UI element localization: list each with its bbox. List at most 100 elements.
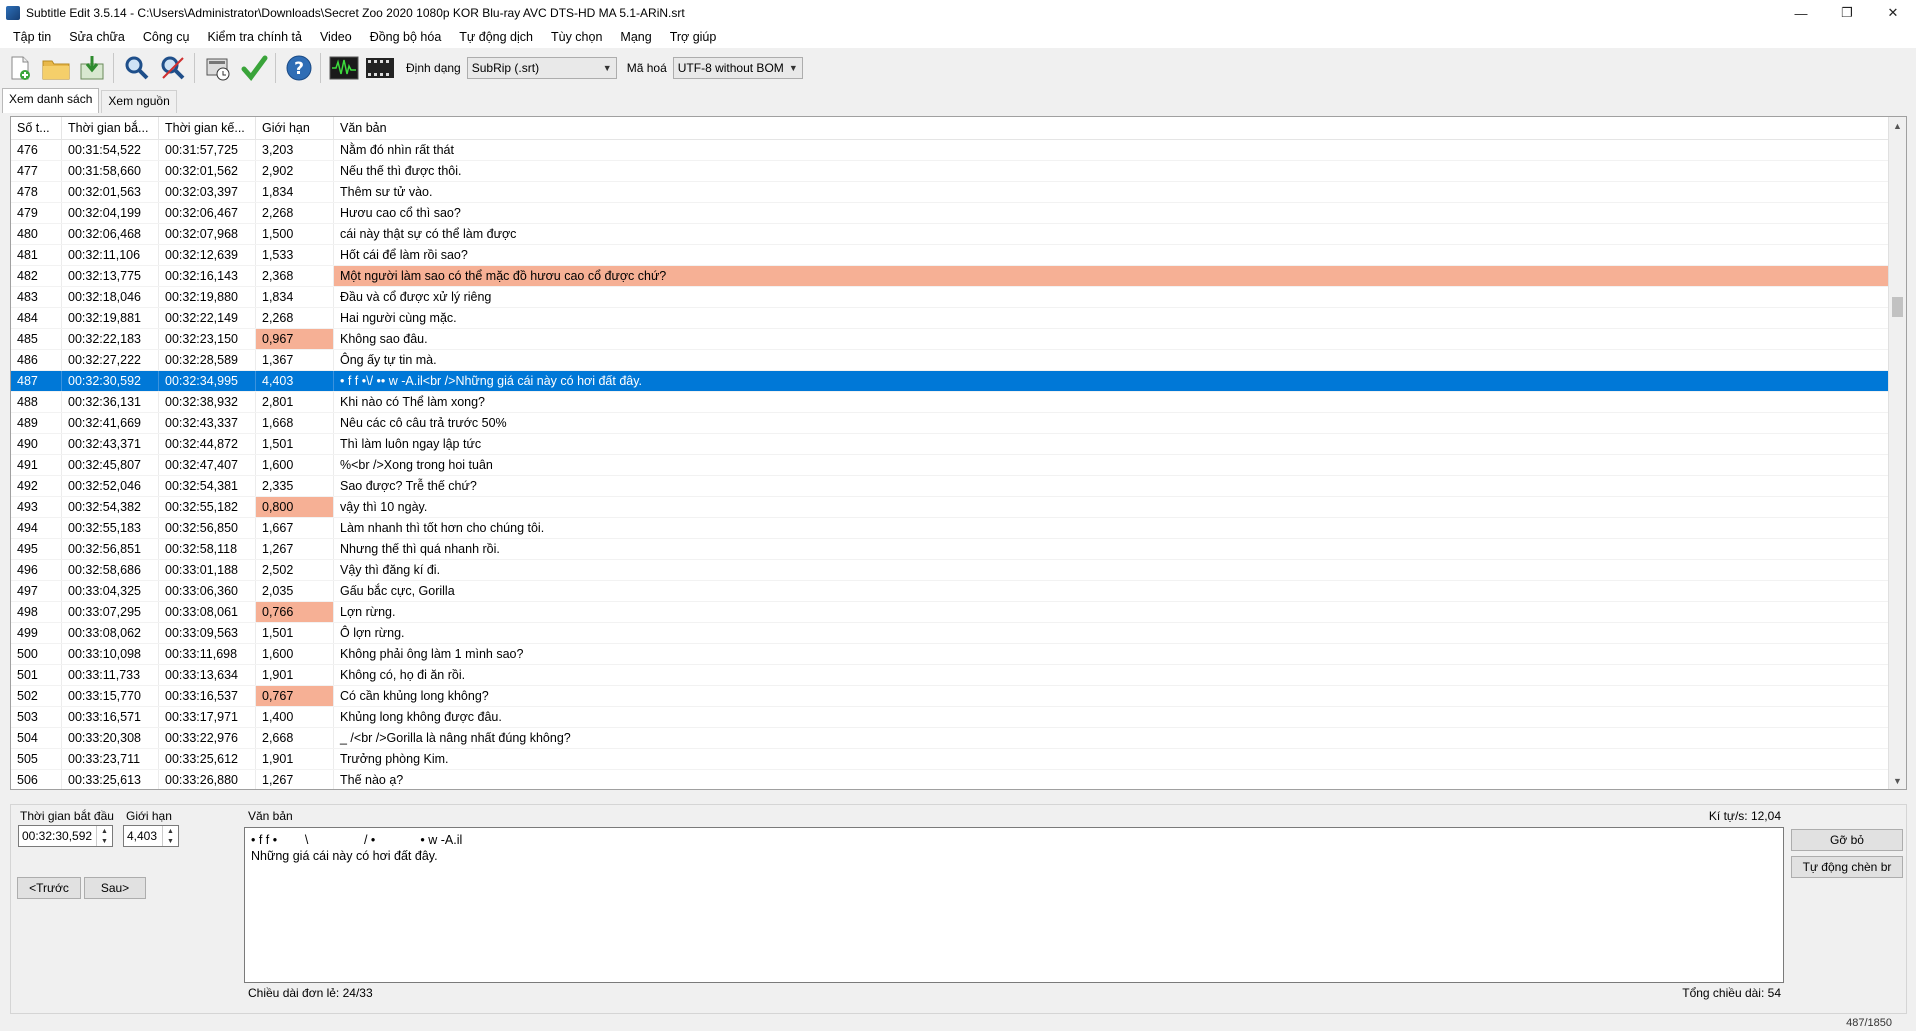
text-label: Văn bản (248, 809, 293, 823)
column-header-text[interactable]: Văn bản (334, 117, 1889, 139)
cell-number: 501 (11, 665, 62, 685)
spell-check-icon[interactable] (238, 52, 270, 84)
cell-start-time: 00:32:43,371 (62, 434, 159, 454)
cell-end-time: 00:32:23,150 (159, 329, 256, 349)
menu-edit[interactable]: Sửa chữa (60, 30, 134, 44)
table-row[interactable]: 486 00:32:27,222 00:32:28,589 1,367 Ông ấy t… (11, 350, 1889, 371)
close-button[interactable]: ✕ (1870, 0, 1916, 26)
table-row[interactable]: 481 00:32:11,106 00:32:12,639 1,533 Hốt cái … (11, 245, 1889, 266)
table-row[interactable]: 504 00:33:20,308 00:33:22,976 2,668 _ /<br /… (11, 728, 1889, 749)
minimize-button[interactable]: — (1778, 0, 1824, 26)
menu-options[interactable]: Tùy chọn (542, 30, 611, 44)
find-icon[interactable] (121, 52, 153, 84)
cell-end-time: 00:32:01,562 (159, 161, 256, 181)
cell-end-time: 00:32:38,932 (159, 392, 256, 412)
auto-break-button[interactable]: Tự động chèn br (1791, 856, 1903, 878)
total-length: Tổng chiều dài: 54 (1682, 986, 1781, 1000)
table-row[interactable]: 496 00:32:58,686 00:33:01,188 2,502 Vậy thì … (11, 560, 1889, 581)
table-row[interactable]: 503 00:33:16,571 00:33:17,971 1,400 Khủng lo… (11, 707, 1889, 728)
table-row[interactable]: 500 00:33:10,098 00:33:11,698 1,600 Không ph… (11, 644, 1889, 665)
spin-up-icon[interactable]: ▲ (97, 826, 112, 836)
cell-number: 483 (11, 287, 62, 307)
cell-text: Nhưng thế thì quá nhanh rồi. (334, 539, 1889, 559)
table-row[interactable]: 483 00:32:18,046 00:32:19,880 1,834 Đầu và c… (11, 287, 1889, 308)
cell-number: 480 (11, 224, 62, 244)
new-file-icon[interactable] (4, 52, 36, 84)
single-line-length: Chiều dài đơn lẻ: 24/33 (248, 986, 373, 1000)
cell-start-time: 00:32:01,563 (62, 182, 159, 202)
table-row[interactable]: 492 00:32:52,046 00:32:54,381 2,335 Sao được… (11, 476, 1889, 497)
column-header-end-time[interactable]: Thời gian kế... (159, 117, 256, 139)
open-folder-icon[interactable] (40, 52, 72, 84)
table-row[interactable]: 482 00:32:13,775 00:32:16,143 2,368 Một ngườ… (11, 266, 1889, 287)
subtitle-grid-body: Số t... Thời gian bắ... Thời gian kế... … (11, 117, 1889, 789)
table-row[interactable]: 484 00:32:19,881 00:32:22,149 2,268 Hai ngườ… (11, 308, 1889, 329)
menu-auto-translate[interactable]: Tự động dịch (450, 30, 542, 44)
scrollbar-thumb[interactable] (1892, 297, 1903, 317)
scroll-down-icon[interactable]: ▼ (1889, 772, 1906, 789)
table-row[interactable]: 502 00:33:15,770 00:33:16,537 0,767 Có cần k… (11, 686, 1889, 707)
duration-stepper[interactable]: ▲ ▼ (162, 826, 178, 846)
save-icon[interactable] (76, 52, 108, 84)
spin-down-icon[interactable]: ▼ (97, 836, 112, 846)
unbreak-button[interactable]: Gỡ bỏ (1791, 829, 1903, 851)
table-row[interactable]: 478 00:32:01,563 00:32:03,397 1,834 Thêm sư … (11, 182, 1889, 203)
table-row[interactable]: 494 00:32:55,183 00:32:56,850 1,667 Làm nhan… (11, 518, 1889, 539)
menu-networking[interactable]: Mạng (611, 30, 660, 44)
maximize-button[interactable]: ❐ (1824, 0, 1870, 26)
format-dropdown[interactable]: SubRip (.srt) ▼ (466, 57, 617, 79)
table-row[interactable]: 479 00:32:04,199 00:32:06,467 2,268 Hươu cao… (11, 203, 1889, 224)
cell-text: Không có, họ đi ăn rồi. (334, 665, 1889, 685)
table-row[interactable]: 480 00:32:06,468 00:32:07,968 1,500 cái này … (11, 224, 1889, 245)
table-row[interactable]: 501 00:33:11,733 00:33:13,634 1,901 Không có… (11, 665, 1889, 686)
waveform-icon[interactable] (328, 52, 360, 84)
table-row[interactable]: 506 00:33:25,613 00:33:26,880 1,267 Thế nào … (11, 770, 1889, 789)
grid-scrollbar[interactable]: ▲ ▼ (1888, 117, 1906, 789)
table-row[interactable]: 498 00:33:07,295 00:33:08,061 0,766 Lợn rừng… (11, 602, 1889, 623)
column-header-duration[interactable]: Giới hạn (256, 117, 334, 139)
encoding-label: Mã hoá (626, 61, 667, 75)
menu-tools[interactable]: Công cụ (134, 30, 199, 44)
table-row[interactable]: 490 00:32:43,371 00:32:44,872 1,501 Thì làm … (11, 434, 1889, 455)
table-row[interactable]: 497 00:33:04,325 00:33:06,360 2,035 Gấu bắc … (11, 581, 1889, 602)
cell-end-time: 00:33:08,061 (159, 602, 256, 622)
table-row[interactable]: 493 00:32:54,382 00:32:55,182 0,800 vậy thì … (11, 497, 1889, 518)
video-icon[interactable] (364, 52, 396, 84)
cell-end-time: 00:33:26,880 (159, 770, 256, 789)
table-row[interactable]: 495 00:32:56,851 00:32:58,118 1,267 Nhưng th… (11, 539, 1889, 560)
tab-list-view[interactable]: Xem danh sách (2, 88, 100, 113)
status-bar: 487/1850 (0, 1016, 1916, 1031)
previous-button[interactable]: <Trước (17, 877, 81, 899)
table-row[interactable]: 487 00:32:30,592 00:32:34,995 4,403 • f f •\… (11, 371, 1889, 392)
help-icon[interactable]: ? (283, 52, 315, 84)
duration-input[interactable]: 4,403 ▲ ▼ (123, 825, 179, 847)
tab-source-view[interactable]: Xem nguồn (101, 90, 177, 113)
spin-up-icon[interactable]: ▲ (163, 826, 178, 836)
cell-start-time: 00:32:52,046 (62, 476, 159, 496)
menu-spell-check[interactable]: Kiểm tra chính tả (198, 30, 311, 44)
table-row[interactable]: 488 00:32:36,131 00:32:38,932 2,801 Khi nào … (11, 392, 1889, 413)
column-header-start-time[interactable]: Thời gian bắ... (62, 117, 159, 139)
table-row[interactable]: 477 00:31:58,660 00:32:01,562 2,902 Nếu thế … (11, 161, 1889, 182)
table-row[interactable]: 476 00:31:54,522 00:31:57,725 3,203 Nằm đó n… (11, 140, 1889, 161)
menu-synchronization[interactable]: Đồng bộ hóa (361, 30, 451, 44)
table-row[interactable]: 499 00:33:08,062 00:33:09,563 1,501 Ô lợn rừ… (11, 623, 1889, 644)
scroll-up-icon[interactable]: ▲ (1889, 117, 1906, 134)
spin-down-icon[interactable]: ▼ (163, 836, 178, 846)
next-button[interactable]: Sau> (84, 877, 146, 899)
column-header-number[interactable]: Số t... (11, 117, 62, 139)
start-time-stepper[interactable]: ▲ ▼ (96, 826, 112, 846)
fix-common-errors-icon[interactable] (202, 52, 234, 84)
table-row[interactable]: 491 00:32:45,807 00:32:47,407 1,600 %<br />X… (11, 455, 1889, 476)
replace-icon[interactable] (157, 52, 189, 84)
cell-number: 489 (11, 413, 62, 433)
table-row[interactable]: 505 00:33:23,711 00:33:25,612 1,901 Trưởng p… (11, 749, 1889, 770)
encoding-dropdown[interactable]: UTF-8 without BOM ▼ (672, 57, 803, 79)
menu-file[interactable]: Tập tin (4, 30, 60, 44)
start-time-input[interactable]: 00:32:30,592 ▲ ▼ (18, 825, 113, 847)
table-row[interactable]: 489 00:32:41,669 00:32:43,337 1,668 Nêu các … (11, 413, 1889, 434)
table-row[interactable]: 485 00:32:22,183 00:32:23,150 0,967 Không sa… (11, 329, 1889, 350)
menu-video[interactable]: Video (311, 30, 361, 44)
subtitle-text-editor[interactable]: • f f • \ / • • w -A.il Những giá cái này… (244, 827, 1784, 983)
menu-help[interactable]: Trợ giúp (661, 30, 726, 44)
